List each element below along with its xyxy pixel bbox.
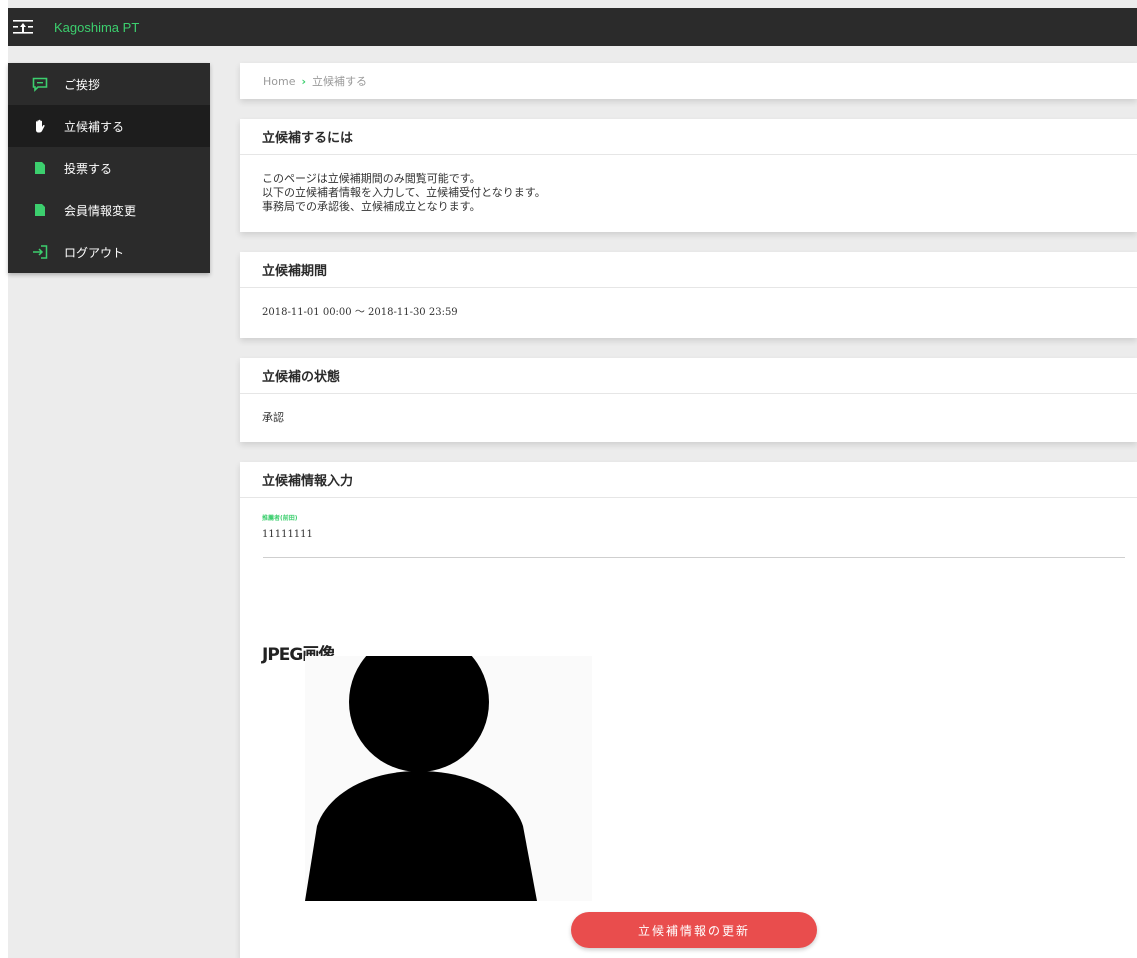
intro-title: 立候補するには <box>240 119 1137 155</box>
hand-icon <box>30 119 50 133</box>
intro-line: このページは立候補期間のみ閲覧可能です。 <box>262 172 481 185</box>
sidebar-item-greeting[interactable]: ご挨拶 <box>8 63 210 105</box>
intro-line: 事務局での承認後、立候補成立となります。 <box>262 200 481 213</box>
status-value: 承認 <box>262 411 284 424</box>
left-margin <box>0 0 8 958</box>
sidebar-item-member-info[interactable]: 会員情報変更 <box>8 189 210 231</box>
sidebar-item-label: ログアウト <box>64 245 125 260</box>
period-value: 2018-11-01 00:00 〜 2018-11-30 23:59 <box>262 307 458 318</box>
intro-body: このページは立候補期間のみ閲覧可能です。 以下の立候補者情報を入力して、立候補受… <box>240 155 1137 232</box>
brand-title[interactable]: Kagoshima PT <box>54 20 139 35</box>
sidebar: ご挨拶 立候補する 投票する 会員情報変更 ログアウト <box>8 63 210 273</box>
chat-icon <box>30 77 50 92</box>
breadcrumb-home[interactable]: Home <box>263 75 295 88</box>
section-divider <box>263 557 1125 558</box>
sidebar-item-candidate[interactable]: 立候補する <box>8 105 210 147</box>
info-title: 立候補情報入力 <box>240 462 1137 498</box>
info-body: 推薦者(前田) 11111111 <box>240 498 1137 556</box>
period-title: 立候補期間 <box>240 252 1137 288</box>
sidebar-item-label: 会員情報変更 <box>64 203 137 218</box>
sidebar-item-label: 投票する <box>64 161 113 176</box>
update-candidate-button[interactable]: 立候補情報の更新 <box>571 912 817 948</box>
breadcrumb-current: 立候補する <box>312 75 368 88</box>
profile-image[interactable] <box>305 656 592 901</box>
breadcrumb: Home › 立候補する <box>240 63 1137 99</box>
status-title: 立候補の状態 <box>240 358 1137 394</box>
document-icon <box>30 204 50 216</box>
sidebar-item-label: 立候補する <box>64 119 125 134</box>
intro-card: 立候補するには このページは立候補期間のみ閲覧可能です。 以下の立候補者情報を入… <box>240 119 1137 232</box>
sidebar-item-label: ご挨拶 <box>64 77 101 92</box>
status-card: 立候補の状態 承認 <box>240 358 1137 442</box>
menu-toggle-icon[interactable] <box>12 18 34 36</box>
document-icon <box>30 162 50 174</box>
page: Kagoshima PT ご挨拶 立候補する 投票する 会員情報変更 ログアウト… <box>0 0 1137 958</box>
field-label: 推薦者(前田) <box>262 515 298 522</box>
logout-icon <box>30 245 50 259</box>
breadcrumb-card: Home › 立候補する <box>240 63 1137 99</box>
breadcrumb-separator: › <box>301 74 307 88</box>
field-value[interactable]: 11111111 <box>262 528 1115 542</box>
period-card: 立候補期間 2018-11-01 00:00 〜 2018-11-30 23:5… <box>240 252 1137 338</box>
sidebar-item-logout[interactable]: ログアウト <box>8 231 210 273</box>
sidebar-item-vote[interactable]: 投票する <box>8 147 210 189</box>
intro-line: 以下の立候補者情報を入力して、立候補受付となります。 <box>262 186 546 199</box>
top-bar: Kagoshima PT <box>8 8 1137 46</box>
